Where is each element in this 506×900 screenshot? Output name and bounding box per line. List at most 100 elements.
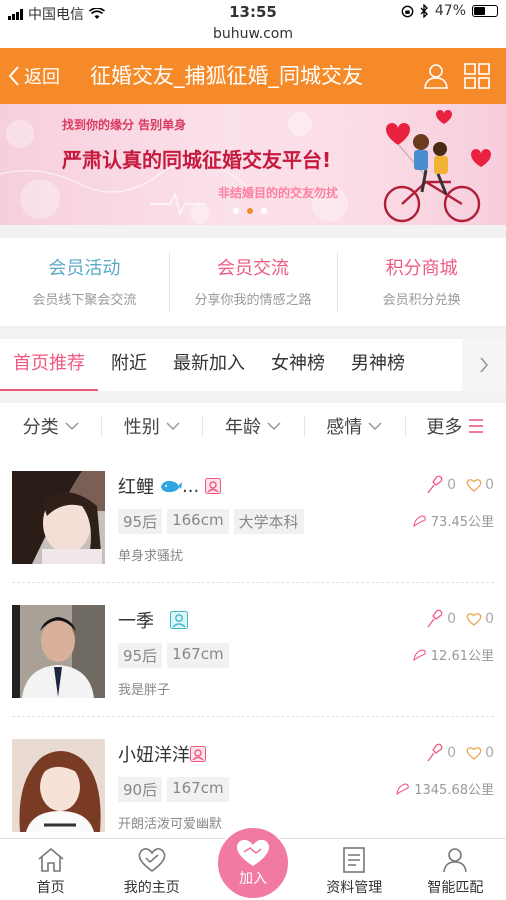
filter-label: 感情 xyxy=(326,417,363,438)
like-counter[interactable]: 0 xyxy=(424,743,456,763)
battery-percent: 47% xyxy=(434,3,466,19)
category-tabs: 首页推荐 附近 最新加入 女神榜 男神榜 xyxy=(0,339,506,391)
url-bar[interactable]: buhuw.com xyxy=(0,24,506,48)
nav-label: 资料管理 xyxy=(326,880,383,896)
heart-counter[interactable]: 0 xyxy=(466,611,494,627)
filter-age[interactable]: 年龄 xyxy=(202,413,303,439)
avatar[interactable] xyxy=(12,471,105,564)
bluetooth-icon xyxy=(420,4,428,18)
filter-label: 年龄 xyxy=(225,417,261,438)
female-icon xyxy=(190,746,206,762)
location-icon xyxy=(413,648,426,661)
tab-nearby[interactable]: 附近 xyxy=(98,339,160,391)
member-bio: 我是胖子 xyxy=(118,683,171,698)
card-member-activity[interactable]: 会员活动 会员线下聚会交流 xyxy=(0,238,169,326)
like-counter[interactable]: 0 xyxy=(424,475,456,495)
back-button[interactable]: 返回 xyxy=(8,48,60,104)
document-icon xyxy=(343,847,366,873)
nav-home[interactable]: 首页 xyxy=(0,839,101,900)
join-label: 加入 xyxy=(239,871,267,887)
member-bio: 开朗活泼可爱幽默 xyxy=(118,817,223,832)
filter-more[interactable]: 更多 xyxy=(404,413,506,439)
card-points-mall[interactable]: 积分商城 会员积分兑换 xyxy=(337,238,506,326)
status-bar: 中国电信 13:55 47% xyxy=(0,0,506,24)
heart-counter[interactable]: 0 xyxy=(466,745,494,761)
tabs-scroll-button[interactable] xyxy=(462,339,506,391)
app-header: 返回 征婚交友_捕狐征婚_同城交友 xyxy=(0,48,506,104)
like-count: 0 xyxy=(447,745,457,761)
join-button[interactable]: 加入 xyxy=(216,826,290,900)
filter-bar: 分类 性别 年龄 感情 更多 xyxy=(0,403,506,449)
tag-height: 167cm xyxy=(167,777,229,802)
nav-smart-match[interactable]: 智能匹配 xyxy=(405,839,506,900)
promo-banner[interactable]: 找到你的缘分 告别单身 严肃认真的同城征婚交友平台! 非结婚目的的交友勿扰 xyxy=(0,104,506,225)
filter-label: 分类 xyxy=(22,417,59,438)
feature-cards: 会员活动 会员线下聚会交流 会员交流 分享你我的情感之路 积分商城 会员积分兑换 xyxy=(0,238,506,326)
chevron-down-icon xyxy=(166,422,180,430)
avatar[interactable] xyxy=(12,605,105,698)
member-name: 一季 xyxy=(118,611,154,632)
tab-newest[interactable]: 最新加入 xyxy=(160,339,258,391)
tag-height: 167cm xyxy=(167,643,229,668)
member-distance: 12.61公里 xyxy=(430,649,494,664)
tab-recommended[interactable]: 首页推荐 xyxy=(0,339,98,391)
card-subtitle: 会员线下聚会交流 xyxy=(32,293,137,308)
flower-icon xyxy=(427,609,443,628)
flower-icon xyxy=(427,475,443,494)
list-item[interactable]: 一季 95后 167cm 我是胖子 0 0 12.61公里 xyxy=(12,583,494,717)
card-title: 会员活动 xyxy=(48,258,121,279)
filter-label: 性别 xyxy=(123,417,160,438)
card-subtitle: 分享你我的情感之路 xyxy=(194,293,312,308)
member-distance: 1345.68公里 xyxy=(414,783,494,798)
like-count: 0 xyxy=(447,477,457,493)
heart-counter[interactable]: 0 xyxy=(466,477,494,493)
male-icon xyxy=(170,611,188,629)
tab-god-rank[interactable]: 男神榜 xyxy=(338,339,418,391)
filter-gender[interactable]: 性别 xyxy=(101,413,202,439)
card-member-exchange[interactable]: 会员交流 分享你我的情感之路 xyxy=(168,238,338,326)
couple-bicycle-illustration xyxy=(383,110,491,223)
nav-my-page[interactable]: 我的主页 xyxy=(101,839,202,900)
home-icon xyxy=(38,847,64,872)
nav-label: 我的主页 xyxy=(123,880,180,896)
battery-icon xyxy=(472,5,498,17)
chevron-left-icon xyxy=(8,66,19,86)
filter-relationship[interactable]: 感情 xyxy=(303,413,405,439)
lock-rotation-icon xyxy=(401,5,414,17)
back-label: 返回 xyxy=(24,67,60,88)
nav-label: 首页 xyxy=(36,880,65,896)
nav-label: 智能匹配 xyxy=(427,880,484,896)
list-item[interactable]: 小妞洋洋 90后 167cm 开朗活泼可爱幽默 0 0 1345.68公里 xyxy=(12,717,494,838)
page-title: 征婚交友_捕狐征婚_同城交友 xyxy=(90,64,363,88)
location-icon xyxy=(413,514,426,527)
heart-count: 0 xyxy=(485,745,494,761)
handshake-heart-icon xyxy=(236,839,270,866)
filter-category[interactable]: 分类 xyxy=(0,413,101,439)
tag-education: 大学本科 xyxy=(233,509,304,534)
banner-subline: 非结婚目的的交友勿扰 xyxy=(218,186,339,200)
banner-headline: 严肃认真的同城征婚交友平台! xyxy=(62,148,332,172)
chevron-right-icon xyxy=(480,357,489,373)
flower-icon xyxy=(427,743,443,762)
list-item[interactable]: 红鲤 ... 95后 166cm 大学本科 单身求骚扰 0 0 73.45公里 xyxy=(12,449,494,583)
tag-age: 95后 xyxy=(118,643,163,668)
heart-icon xyxy=(466,747,482,760)
grid-menu-icon[interactable] xyxy=(464,63,490,89)
card-title: 积分商城 xyxy=(385,258,458,279)
like-counter[interactable]: 0 xyxy=(424,609,456,629)
user-icon[interactable] xyxy=(424,63,448,89)
filter-label: 更多 xyxy=(426,417,463,438)
tab-goddess-rank[interactable]: 女神榜 xyxy=(258,339,338,391)
card-subtitle: 会员积分兑换 xyxy=(382,293,461,308)
chevron-down-icon xyxy=(267,422,281,430)
banner-pagination[interactable] xyxy=(233,208,267,214)
card-title: 会员交流 xyxy=(217,258,289,279)
member-bio: 单身求骚扰 xyxy=(118,549,184,564)
tag-age: 95后 xyxy=(118,509,163,534)
name-ellipsis: ... xyxy=(182,475,200,497)
heart-outline-icon xyxy=(138,848,166,872)
whale-badge-icon xyxy=(161,480,182,493)
avatar[interactable] xyxy=(12,739,105,832)
female-icon xyxy=(205,478,222,494)
nav-profile-management[interactable]: 资料管理 xyxy=(304,839,405,900)
